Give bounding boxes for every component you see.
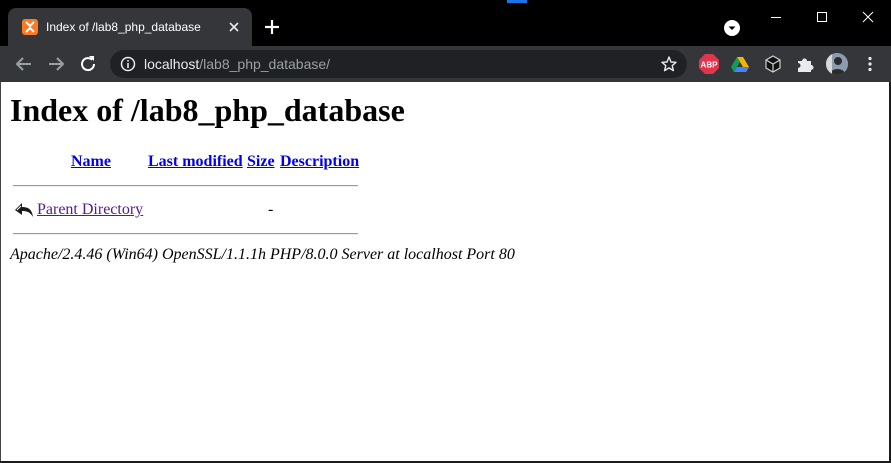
address-bar[interactable]: localhost/lab8_php_database/	[110, 50, 687, 78]
column-header-last-modified[interactable]: Last modified	[148, 153, 243, 171]
tab-title: Index of /lab8_php_database	[46, 20, 201, 34]
url-host: localhost	[144, 56, 200, 72]
row-size-value: -	[268, 201, 274, 218]
adblock-icon[interactable]: ABP	[698, 53, 720, 75]
puzzle-icon[interactable]	[794, 53, 816, 75]
server-signature: Apache/2.4.46 (Win64) OpenSSL/1.1.1h PHP…	[10, 246, 515, 263]
column-header-description[interactable]: Description	[280, 153, 359, 171]
back-arrow-icon[interactable]	[12, 52, 36, 76]
avatar[interactable]	[826, 53, 848, 75]
close-icon[interactable]	[226, 19, 242, 35]
maximize-icon[interactable]	[799, 0, 845, 34]
menu-dots-icon[interactable]	[861, 55, 879, 73]
window-accent	[507, 0, 527, 3]
reload-icon[interactable]	[76, 52, 100, 76]
column-header-name[interactable]: Name	[71, 153, 111, 171]
table-divider-bottom	[13, 233, 358, 235]
table-divider-top	[13, 185, 358, 187]
info-icon[interactable]	[120, 56, 136, 72]
page-title: Index of /lab8_php_database	[10, 92, 405, 128]
forward-arrow-icon[interactable]	[44, 52, 68, 76]
minimize-icon[interactable]	[753, 0, 799, 34]
parent-directory-icon	[13, 199, 35, 221]
star-icon[interactable]	[660, 55, 678, 73]
title-bar: Index of /lab8_php_database	[0, 0, 891, 46]
plus-icon[interactable]	[262, 17, 282, 37]
drive-extension-icon[interactable]	[729, 53, 751, 75]
browser-toolbar: localhost/lab8_php_database/ ABP	[0, 46, 891, 82]
page-content: Index of /lab8_php_database Name Last mo…	[0, 82, 891, 463]
close-window-icon[interactable]	[845, 0, 891, 34]
url-path: /lab8_php_database/	[199, 56, 331, 72]
browser-tab[interactable]: Index of /lab8_php_database	[8, 8, 252, 46]
window-border-left	[0, 82, 1, 463]
cube-extension-icon[interactable]	[762, 53, 784, 75]
xampp-favicon-icon	[22, 19, 38, 35]
tab-search-icon[interactable]	[723, 19, 741, 37]
parent-directory-link[interactable]: Parent Directory	[37, 201, 143, 219]
adblock-label: ABP	[701, 61, 719, 70]
column-header-size[interactable]: Size	[247, 153, 275, 171]
url-text[interactable]: localhost/lab8_php_database/	[144, 56, 330, 72]
